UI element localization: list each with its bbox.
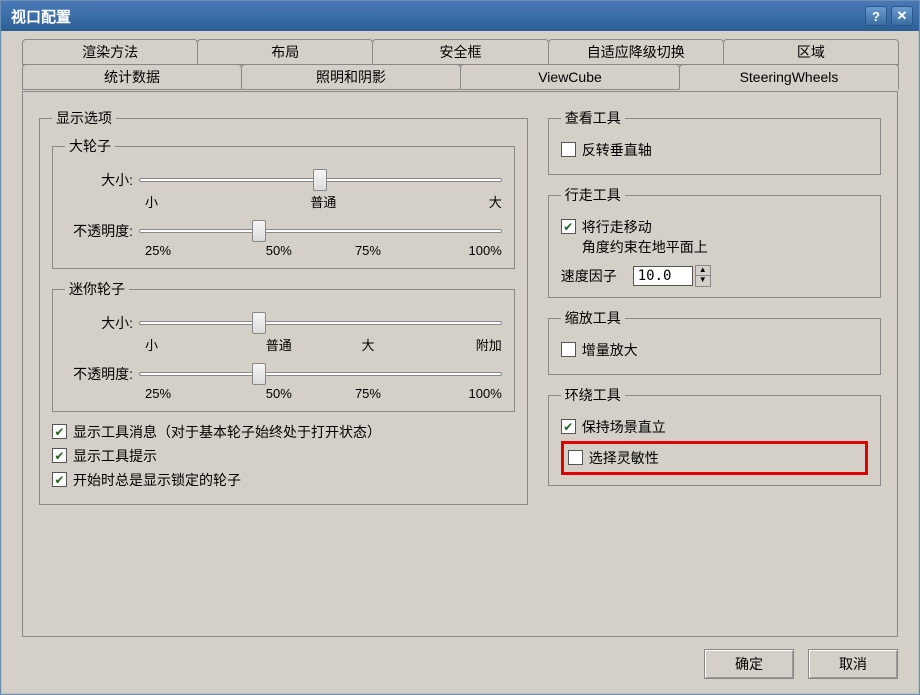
- tab-layout[interactable]: 布局: [197, 39, 373, 65]
- keep-upright-checkbox[interactable]: [561, 419, 576, 434]
- tab-region[interactable]: 区域: [723, 39, 899, 65]
- select-sensitivity-highlight: 选择灵敏性: [561, 441, 868, 475]
- help-button[interactable]: ?: [865, 6, 887, 26]
- mini-wheel-legend: 迷你轮子: [65, 279, 129, 299]
- look-tool-legend: 查看工具: [561, 108, 625, 128]
- window-title: 视口配置: [11, 6, 861, 27]
- tick-label: 50%: [234, 243, 323, 258]
- tick-label: 小: [145, 192, 264, 211]
- tab-safe-frame[interactable]: 安全框: [372, 39, 548, 65]
- tab-statistics[interactable]: 统计数据: [22, 64, 242, 90]
- look-tool-group: 查看工具 反转垂直轴: [548, 108, 881, 175]
- walk-tool-group: 行走工具 将行走移动 角度约束在地平面上 速度因子 ▲ ▼: [548, 185, 881, 298]
- tab-viewcube[interactable]: ViewCube: [460, 64, 680, 90]
- tick-label: 大: [323, 335, 412, 354]
- incremental-zoom-checkbox[interactable]: [561, 342, 576, 357]
- tick-label: 附加: [413, 335, 502, 354]
- tick-label: 50%: [234, 386, 323, 401]
- walk-tool-legend: 行走工具: [561, 185, 625, 205]
- invert-vaxis-checkbox[interactable]: [561, 142, 576, 157]
- orbit-tool-legend: 环绕工具: [561, 385, 625, 405]
- tick-label: 100%: [413, 386, 502, 401]
- show-tool-tip-checkbox[interactable]: [52, 448, 67, 463]
- tick-label: 小: [145, 335, 234, 354]
- invert-vaxis-label: 反转垂直轴: [582, 140, 652, 160]
- show-tool-msg-checkbox[interactable]: [52, 424, 67, 439]
- steeringwheels-panel: 显示选项 大轮子 大小: 小: [22, 91, 898, 637]
- start-show-locked-checkbox[interactable]: [52, 472, 67, 487]
- orbit-tool-group: 环绕工具 保持场景直立 选择灵敏性: [548, 385, 881, 486]
- ok-button[interactable]: 确定: [704, 649, 794, 679]
- titlebar: 视口配置 ? ✕: [1, 1, 919, 31]
- constrain-move-checkbox[interactable]: [561, 219, 576, 234]
- zoom-tool-group: 缩放工具 增量放大: [548, 308, 881, 375]
- mini-size-label: 大小:: [65, 313, 139, 333]
- tab-render-method[interactable]: 渲染方法: [22, 39, 198, 65]
- tick-label: 75%: [323, 386, 412, 401]
- keep-upright-label: 保持场景直立: [582, 417, 666, 437]
- big-size-label: 大小:: [65, 170, 139, 190]
- tick-label: 大: [383, 192, 502, 211]
- tick-label: 25%: [145, 243, 234, 258]
- big-wheel-legend: 大轮子: [65, 136, 115, 156]
- zoom-tool-legend: 缩放工具: [561, 308, 625, 328]
- big-size-slider[interactable]: [139, 171, 502, 189]
- cancel-button[interactable]: 取消: [808, 649, 898, 679]
- big-opacity-slider[interactable]: [139, 222, 502, 240]
- incremental-zoom-label: 增量放大: [582, 340, 638, 360]
- select-sensitivity-label: 选择灵敏性: [589, 448, 659, 468]
- tick-label: 25%: [145, 386, 234, 401]
- display-options-group: 显示选项 大轮子 大小: 小: [39, 108, 528, 505]
- spin-down-icon[interactable]: ▼: [696, 276, 710, 286]
- mini-opacity-label: 不透明度:: [65, 364, 139, 384]
- show-tool-tip-label: 显示工具提示: [73, 446, 157, 466]
- mini-size-slider[interactable]: [139, 314, 502, 332]
- tab-adaptive-degradation[interactable]: 自适应降级切换: [548, 39, 724, 65]
- speed-factor-label: 速度因子: [561, 266, 617, 286]
- speed-factor-input[interactable]: [633, 266, 693, 286]
- tick-label: 普通: [264, 192, 383, 211]
- close-button[interactable]: ✕: [891, 6, 913, 26]
- big-wheel-group: 大轮子 大小: 小 普通 大: [52, 136, 515, 269]
- speed-factor-spinner[interactable]: ▲ ▼: [695, 265, 711, 287]
- show-tool-msg-label: 显示工具消息（对于基本轮子始终处于打开状态）: [73, 422, 381, 442]
- mini-wheel-group: 迷你轮子 大小: 小 普通 大: [52, 279, 515, 412]
- display-options-legend: 显示选项: [52, 108, 116, 128]
- tab-lighting-shadow[interactable]: 照明和阴影: [241, 64, 461, 90]
- tab-steeringwheels[interactable]: SteeringWheels: [679, 64, 899, 90]
- tick-label: 普通: [234, 335, 323, 354]
- mini-opacity-slider[interactable]: [139, 365, 502, 383]
- select-sensitivity-checkbox[interactable]: [568, 450, 583, 465]
- big-opacity-label: 不透明度:: [65, 221, 139, 241]
- start-show-locked-label: 开始时总是显示锁定的轮子: [73, 470, 241, 490]
- tick-label: 75%: [323, 243, 412, 258]
- constrain-move-label: 将行走移动 角度约束在地平面上: [582, 217, 708, 257]
- tick-label: 100%: [413, 243, 502, 258]
